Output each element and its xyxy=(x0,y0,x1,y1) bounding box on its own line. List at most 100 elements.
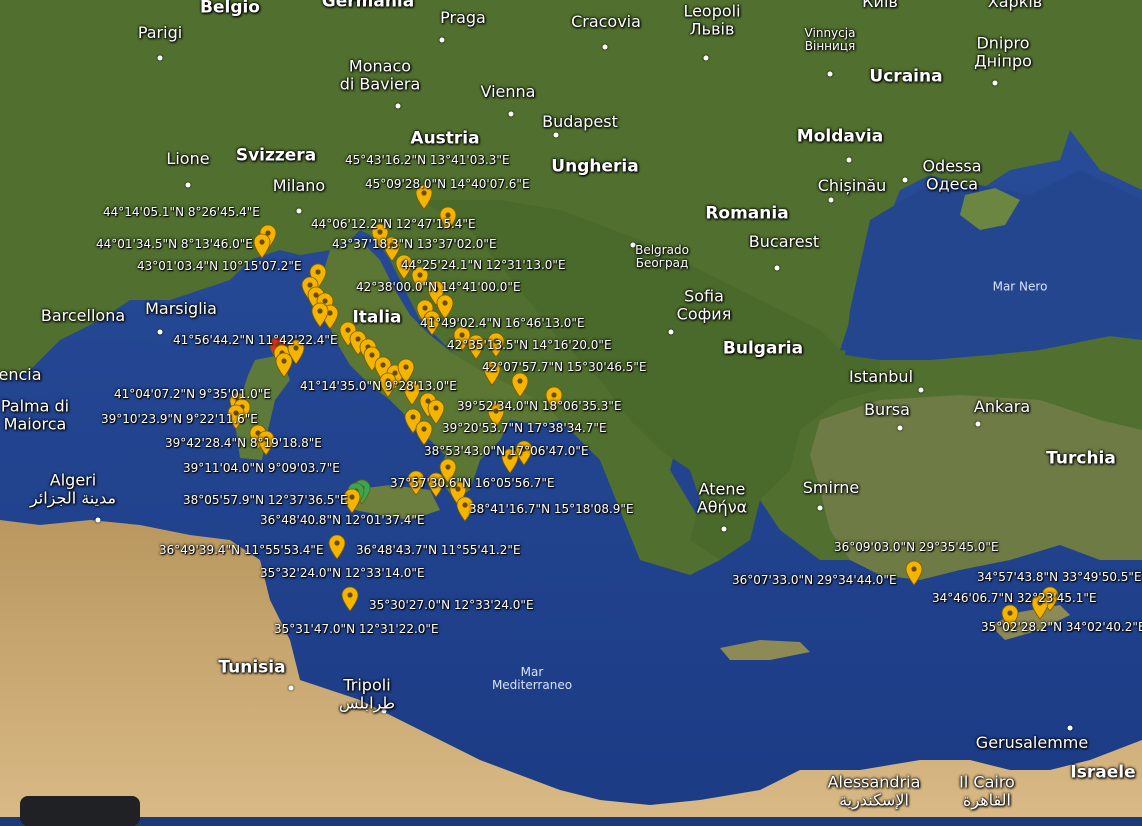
place-name-local: طرابلس xyxy=(338,693,396,712)
place-label-praga[interactable]: Praga xyxy=(440,9,486,27)
coordinate-label[interactable]: 35°30'27.0"N 12°33'24.0"E xyxy=(369,598,534,612)
place-label-ungheria[interactable]: Ungheria xyxy=(551,156,639,177)
place-label-mar-mediterraneo[interactable]: Mar Mediterraneo xyxy=(492,665,572,692)
place-label-algeri[interactable]: Algeri مدينة الجزائر xyxy=(30,471,116,506)
place-label-bursa[interactable]: Bursa xyxy=(864,401,910,419)
place-label-romania[interactable]: Romania xyxy=(705,204,788,224)
place-label-sofia[interactable]: Sofia София xyxy=(677,287,732,322)
place-label-cairo[interactable]: Il Cairo القاهرة xyxy=(959,773,1015,808)
place-label-parigi[interactable]: Parigi xyxy=(138,24,182,42)
place-label-dnipro[interactable]: Dnipro Дніпро xyxy=(974,34,1032,69)
place-label-odessa[interactable]: Odessa Одеса xyxy=(922,157,981,192)
place-label-marsiglia[interactable]: Marsiglia xyxy=(145,300,217,318)
coordinate-label[interactable]: 41°14'35.0"N 9°28'13.0"E xyxy=(300,379,457,393)
map-pin-icon[interactable] xyxy=(510,372,530,398)
place-label-smirne[interactable]: Smirne xyxy=(803,479,859,497)
coordinate-label[interactable]: 37°57'30.6"N 16°05'56.7"E xyxy=(390,476,555,490)
city-dot xyxy=(95,517,101,523)
place-label-budapest[interactable]: Budapest xyxy=(542,113,618,131)
place-name: Ungheria xyxy=(551,156,639,177)
coordinate-label[interactable]: 42°35'13.5"N 14°16'20.0"E xyxy=(447,338,612,352)
coordinate-label[interactable]: 35°32'24.0"N 12°33'14.0"E xyxy=(260,566,425,580)
coordinate-label[interactable]: 39°11'04.0"N 9°09'03.7"E xyxy=(183,461,340,475)
place-label-lione[interactable]: Lione xyxy=(166,150,209,168)
coordinate-label[interactable]: 39°20'53.7"N 17°38'34.7"E xyxy=(442,421,607,435)
place-name: Moldavia xyxy=(796,126,884,147)
coordinate-label[interactable]: 42°07'57.7"N 15°30'46.5"E xyxy=(482,360,647,374)
coordinate-label[interactable]: 43°01'03.4"N 10°15'07.2"E xyxy=(137,259,302,273)
place-name: Gerusalemme xyxy=(975,733,1089,753)
place-label-barcellona[interactable]: Barcellona xyxy=(41,307,125,325)
coordinate-label[interactable]: 35°02'28.2"N 34°02'40.2"E xyxy=(981,620,1142,634)
map-pin-icon[interactable] xyxy=(327,534,347,560)
coordinate-label[interactable]: 44°25'24.1"N 12°31'13.0"E xyxy=(401,258,566,272)
place-label-italia[interactable]: Italia xyxy=(352,308,401,328)
place-name-local: Вінниця xyxy=(804,39,856,53)
map-pin-icon[interactable] xyxy=(252,233,272,259)
coordinate-label[interactable]: 45°43'16.2"N 13°41'03.3"E xyxy=(345,153,510,167)
coordinate-label[interactable]: 36°48'40.8"N 12°01'37.4"E xyxy=(260,513,425,527)
coordinate-label[interactable]: 44°01'34.5"N 8°13'46.0"E xyxy=(96,237,253,251)
place-label-palma[interactable]: Palma di Maiorca xyxy=(1,397,69,432)
place-label-milano[interactable]: Milano xyxy=(273,177,325,195)
place-label-istanbul[interactable]: Istanbul xyxy=(849,368,913,386)
coordinate-label[interactable]: 41°04'07.2"N 9°35'01.0"E xyxy=(114,387,271,401)
place-label-leopoli[interactable]: Leopoli Львів xyxy=(683,2,740,37)
map-pin-icon[interactable] xyxy=(904,560,924,586)
place-label-vinnycja[interactable]: Vinnycja Вінниця xyxy=(804,26,856,53)
map-pin-icon[interactable] xyxy=(414,420,434,446)
place-label-chisinau[interactable]: Chișinău xyxy=(818,177,887,195)
place-label-gerusalemme[interactable]: Gerusalemme xyxy=(976,734,1088,752)
place-label-moldavia[interactable]: Moldavia xyxy=(796,126,884,147)
place-label-austria[interactable]: Austria xyxy=(410,129,479,149)
place-label-atene[interactable]: Atene Αθήνα xyxy=(697,480,747,515)
coordinate-label[interactable]: 41°56'44.2"N 11°42'22.4"E xyxy=(173,333,338,347)
coordinate-label[interactable]: 38°05'57.9"N 12°37'36.5"E xyxy=(183,493,348,507)
place-label-alessandria[interactable]: Alessandria الإسكندرية xyxy=(828,773,921,808)
coordinate-label[interactable]: 39°52'34.0"N 18°06'35.3"E xyxy=(457,399,622,413)
place-label-svizzera[interactable]: Svizzera xyxy=(236,146,316,166)
place-label-tripoli[interactable]: Tripoli طرابلس xyxy=(339,676,395,711)
map-pin-icon[interactable] xyxy=(340,586,360,612)
place-label-cracovia[interactable]: Cracovia xyxy=(571,13,641,31)
place-label-belgrado[interactable]: Belgrado Београд xyxy=(635,243,689,270)
coordinate-label[interactable]: 38°53'43.0"N 17°06'47.0"E xyxy=(424,444,589,458)
place-label-tunisia[interactable]: Tunisia xyxy=(218,658,285,678)
coordinate-label[interactable]: 36°09'03.0"N 29°35'45.0"E xyxy=(834,540,999,554)
coordinate-label[interactable]: 34°57'43.8"N 33°49'50.5"E xyxy=(977,570,1142,584)
place-label-harkiv[interactable]: Харків xyxy=(988,0,1042,11)
place-label-bulgaria[interactable]: Bulgaria xyxy=(723,339,803,359)
place-label-germania[interactable]: Germania xyxy=(322,0,414,11)
place-label-israele[interactable]: Israele xyxy=(1070,763,1135,783)
coordinate-label[interactable]: 36°07'33.0"N 29°34'44.0"E xyxy=(732,573,897,587)
place-label-kyiv[interactable]: Київ xyxy=(862,0,898,11)
coordinate-label[interactable]: 42°38'00.0"N 14°41'00.0"E xyxy=(356,280,521,294)
place-name-local: الإسكندرية xyxy=(839,790,909,809)
coordinate-label[interactable]: 41°49'02.4"N 16°46'13.0"E xyxy=(420,316,585,330)
city-dot xyxy=(774,265,780,271)
coordinate-label[interactable]: 39°42'28.4"N 8°19'18.8"E xyxy=(165,436,322,450)
coordinate-label[interactable]: 44°14'05.1"N 8°26'45.4"E xyxy=(103,205,260,219)
coordinate-label[interactable]: 36°49'39.4"N 11°55'53.4"E xyxy=(159,543,324,557)
place-label-mar-nero[interactable]: Mar Nero xyxy=(993,280,1048,293)
map-pin-icon[interactable] xyxy=(274,352,294,378)
place-label-valencia[interactable]: encia xyxy=(0,366,42,384)
map-control-panel[interactable] xyxy=(20,796,140,826)
place-label-monaco[interactable]: Monaco di Baviera xyxy=(340,57,421,92)
coordinate-label[interactable]: 38°41'16.7"N 15°18'08.9"E xyxy=(469,502,634,516)
place-label-vienna[interactable]: Vienna xyxy=(481,83,536,101)
coordinate-label[interactable]: 34°46'06.7"N 32°23'45.1"E xyxy=(932,591,1097,605)
place-label-turchia[interactable]: Turchia xyxy=(1046,449,1116,469)
coordinate-label[interactable]: 39°10'23.9"N 9°22'11.6"E xyxy=(101,412,258,426)
place-label-bucarest[interactable]: Bucarest xyxy=(749,233,819,251)
map-pin-icon[interactable] xyxy=(310,302,330,328)
coordinate-label[interactable]: 35°31'47.0"N 12°31'22.0"E xyxy=(274,622,439,636)
place-label-ankara[interactable]: Ankara xyxy=(974,398,1030,416)
place-name: Lione xyxy=(166,149,210,169)
coordinate-label[interactable]: 45°09'28.0"N 14°40'07.6"E xyxy=(365,177,530,191)
place-label-ucraina[interactable]: Ucraina xyxy=(869,67,942,87)
coordinate-label[interactable]: 43°37'18.3"N 13°37'02.0"E xyxy=(332,237,497,251)
coordinate-label[interactable]: 44°06'12.2"N 12°47'15.4"E xyxy=(311,217,476,231)
coordinate-label[interactable]: 36°48'43.7"N 11°55'41.2"E xyxy=(356,543,521,557)
place-label-belgio[interactable]: Belgio xyxy=(200,0,260,17)
